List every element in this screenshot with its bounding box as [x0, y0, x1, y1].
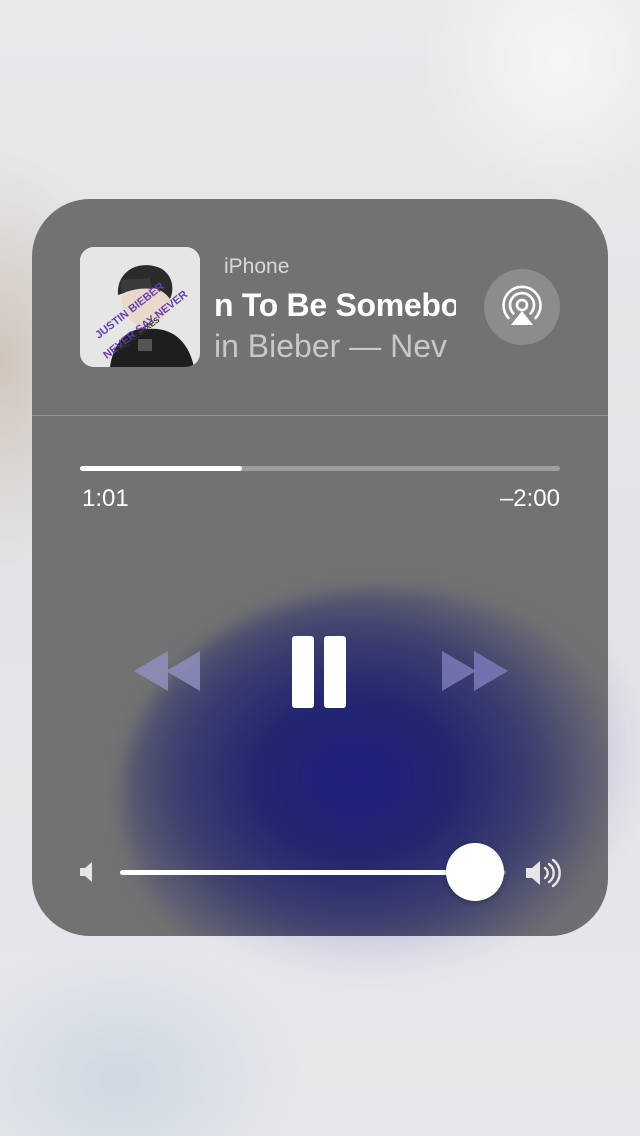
- artist-album: in Bieber — Nev: [214, 328, 447, 364]
- rewind-button[interactable]: [132, 647, 204, 695]
- pause-button[interactable]: [290, 634, 350, 710]
- speaker-low-icon: [80, 862, 92, 882]
- remaining-time: –2:00: [499, 485, 560, 512]
- airplay-button[interactable]: [484, 269, 560, 345]
- now-playing-card: JUSTIN BIEBER NEVER SAY NEVER THE REMIXE…: [32, 199, 608, 936]
- playback-progress-slider[interactable]: [80, 466, 560, 471]
- volume-slider-thumb[interactable]: [446, 843, 504, 901]
- airplay-icon: [502, 285, 542, 325]
- album-artwork[interactable]: JUSTIN BIEBER NEVER SAY NEVER THE REMIXE…: [80, 247, 200, 367]
- elapsed-time: 1:01: [82, 485, 129, 512]
- volume-fill: [120, 870, 475, 875]
- output-device-label: iPhone: [224, 255, 290, 278]
- fast-forward-icon: [442, 651, 508, 691]
- pause-icon: [292, 636, 346, 708]
- progress-fill: [80, 466, 242, 471]
- rewind-icon: [134, 651, 200, 691]
- song-info: n To Be Somebo in Bieber — Nev: [214, 283, 456, 373]
- volume-max-button: [524, 857, 564, 889]
- section-divider: [32, 415, 608, 416]
- volume-min-button: [78, 860, 100, 884]
- speaker-high-icon: [526, 858, 561, 888]
- song-title: n To Be Somebo: [214, 287, 456, 323]
- fast-forward-button[interactable]: [438, 647, 510, 695]
